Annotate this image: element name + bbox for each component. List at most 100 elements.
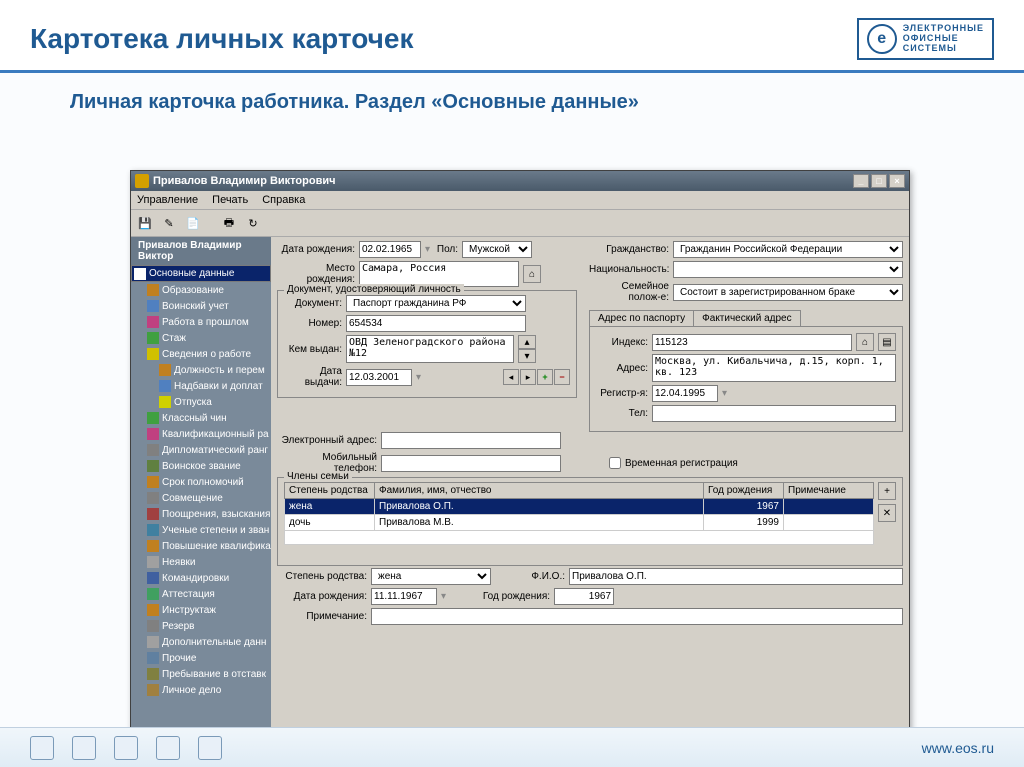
tree-item-icon xyxy=(147,428,159,440)
tree-item[interactable]: Образование xyxy=(131,282,271,298)
detail-fio-label: Ф.И.О.: xyxy=(495,571,565,582)
tree-item-icon xyxy=(147,300,159,312)
menu-manage[interactable]: Управление xyxy=(137,194,198,206)
print-icon[interactable]: 🖶 xyxy=(219,213,239,233)
tree-item[interactable]: Личное дело xyxy=(131,682,271,698)
delete-row-button[interactable]: ✕ xyxy=(878,504,896,522)
tree-item[interactable]: Сведения о работе xyxy=(131,346,271,362)
tree-item-icon xyxy=(147,508,159,520)
num-input[interactable] xyxy=(346,315,526,332)
index-input[interactable] xyxy=(652,334,852,351)
tree-item[interactable]: Срок полномочий xyxy=(131,474,271,490)
birthplace-label: Место рождения: xyxy=(277,263,355,285)
home-icon[interactable]: ⌂ xyxy=(856,333,874,351)
scroll-down-icon[interactable]: ▾ xyxy=(518,349,536,363)
home-icon[interactable]: ⌂ xyxy=(523,265,541,283)
detail-fio-input[interactable] xyxy=(569,568,903,585)
mobile-input[interactable] xyxy=(381,455,561,472)
tree-item[interactable]: Дипломатический ранг xyxy=(131,442,271,458)
table-row[interactable]: женаПривалова О.П.1967 xyxy=(285,499,874,515)
detail-bd-label: Дата рождения: xyxy=(277,591,367,602)
tree-item[interactable]: Работа в прошлом xyxy=(131,314,271,330)
tree-item[interactable]: Командировки xyxy=(131,570,271,586)
form-area: Дата рождения: ▾ Пол: Мужской Место рожд… xyxy=(271,237,909,747)
next-button[interactable]: ▸ xyxy=(520,369,536,385)
menu-print[interactable]: Печать xyxy=(212,194,248,206)
nationality-label: Национальность: xyxy=(589,264,669,275)
close-button[interactable]: × xyxy=(889,174,905,188)
tree-item[interactable]: Должность и перем xyxy=(131,362,271,378)
tree-item[interactable]: Повышение квалифика xyxy=(131,538,271,554)
tree-item[interactable]: Поощрения, взыскания xyxy=(131,506,271,522)
detail-bd-input[interactable] xyxy=(371,588,437,605)
tempreg-checkbox[interactable] xyxy=(609,457,621,469)
tree-item[interactable]: Ученые степени и зван xyxy=(131,522,271,538)
citizenship-select[interactable]: Гражданин Российской Федерации xyxy=(673,241,903,258)
tree-item-icon xyxy=(147,316,159,328)
tab-actual-address[interactable]: Фактический адрес xyxy=(693,310,800,326)
tree-item[interactable]: Надбавки и доплат xyxy=(131,378,271,394)
tree-item-icon xyxy=(147,444,159,456)
app-icon xyxy=(135,174,149,188)
tree-item[interactable]: Дополнительные данн xyxy=(131,634,271,650)
issued-input[interactable]: ОВД Зеленоградского района №12 xyxy=(346,335,514,363)
detail-rel-label: Степень родства: xyxy=(277,571,367,582)
tree-item[interactable]: Классный чин xyxy=(131,410,271,426)
refresh-icon[interactable]: ↻ xyxy=(243,213,263,233)
add-button[interactable]: + xyxy=(537,369,553,385)
detail-year-label: Год рождения: xyxy=(450,591,550,602)
logo: e ЭЛЕКТРОННЫЕ ОФИСНЫЕ СИСТЕМЫ xyxy=(857,18,994,60)
tree-item[interactable]: Отпуска xyxy=(131,394,271,410)
tree-item-icon xyxy=(159,364,171,376)
sex-select[interactable]: Мужской xyxy=(462,241,532,258)
reg-label: Регистр-я: xyxy=(596,388,648,399)
maximize-button[interactable]: □ xyxy=(871,174,887,188)
save-icon[interactable]: 💾 xyxy=(135,213,155,233)
birth-date-input[interactable] xyxy=(359,241,421,258)
tree-item[interactable]: Воинское звание xyxy=(131,458,271,474)
edit-icon[interactable]: ✎ xyxy=(159,213,179,233)
doc-select[interactable]: Паспорт гражданина РФ xyxy=(346,295,526,312)
reg-input[interactable] xyxy=(652,385,718,402)
tree-item[interactable]: Квалификационный ра xyxy=(131,426,271,442)
tree-item[interactable]: Совмещение xyxy=(131,490,271,506)
tree-item[interactable]: Воинский учет xyxy=(131,298,271,314)
logo-icon: e xyxy=(867,24,897,54)
tree-item-icon xyxy=(159,380,171,392)
add-row-button[interactable]: + xyxy=(878,482,896,500)
marital-select[interactable]: Состоит в зарегистрированном браке xyxy=(673,284,903,301)
tree-item[interactable]: Пребывание в отставк xyxy=(131,666,271,682)
family-table: Степень родства Фамилия, имя, отчество Г… xyxy=(284,482,874,545)
issue-date-input[interactable] xyxy=(346,369,412,386)
tree-item[interactable]: Прочие xyxy=(131,650,271,666)
tab-passport-address[interactable]: Адрес по паспорту xyxy=(589,310,694,326)
tree-item[interactable]: Основные данные xyxy=(131,265,271,282)
tree-item[interactable]: Неявки xyxy=(131,554,271,570)
sex-label: Пол: xyxy=(434,244,458,255)
tree-item[interactable]: Стаж xyxy=(131,330,271,346)
tree-item[interactable]: Инструктаж xyxy=(131,602,271,618)
detail-year-input[interactable] xyxy=(554,588,614,605)
tel-input[interactable] xyxy=(652,405,896,422)
table-row[interactable]: дочьПривалова М.В.1999 xyxy=(285,515,874,531)
citizenship-label: Гражданство: xyxy=(589,244,669,255)
nationality-select[interactable] xyxy=(673,261,903,278)
minimize-button[interactable]: _ xyxy=(853,174,869,188)
prev-button[interactable]: ◂ xyxy=(503,369,519,385)
tree-item[interactable]: Резерв xyxy=(131,618,271,634)
copy-icon[interactable]: 📄 xyxy=(183,213,203,233)
addr-input[interactable]: Москва, ул. Кибальчича, д.15, корп. 1, к… xyxy=(652,354,896,382)
book-icon[interactable]: ▤ xyxy=(878,333,896,351)
email-input[interactable] xyxy=(381,432,561,449)
tree-item-icon xyxy=(147,348,159,360)
tree-item-icon xyxy=(147,572,159,584)
scroll-up-icon[interactable]: ▴ xyxy=(518,335,536,349)
tempreg-label: Временная регистрация xyxy=(625,458,738,469)
tree-item[interactable]: Аттестация xyxy=(131,586,271,602)
tree-root[interactable]: Привалов Владимир Виктор xyxy=(131,237,271,265)
detail-note-input[interactable] xyxy=(371,608,903,625)
menu-help[interactable]: Справка xyxy=(262,194,305,206)
footer-icon xyxy=(72,736,96,760)
remove-button[interactable]: − xyxy=(554,369,570,385)
detail-rel-select[interactable]: жена xyxy=(371,568,491,585)
